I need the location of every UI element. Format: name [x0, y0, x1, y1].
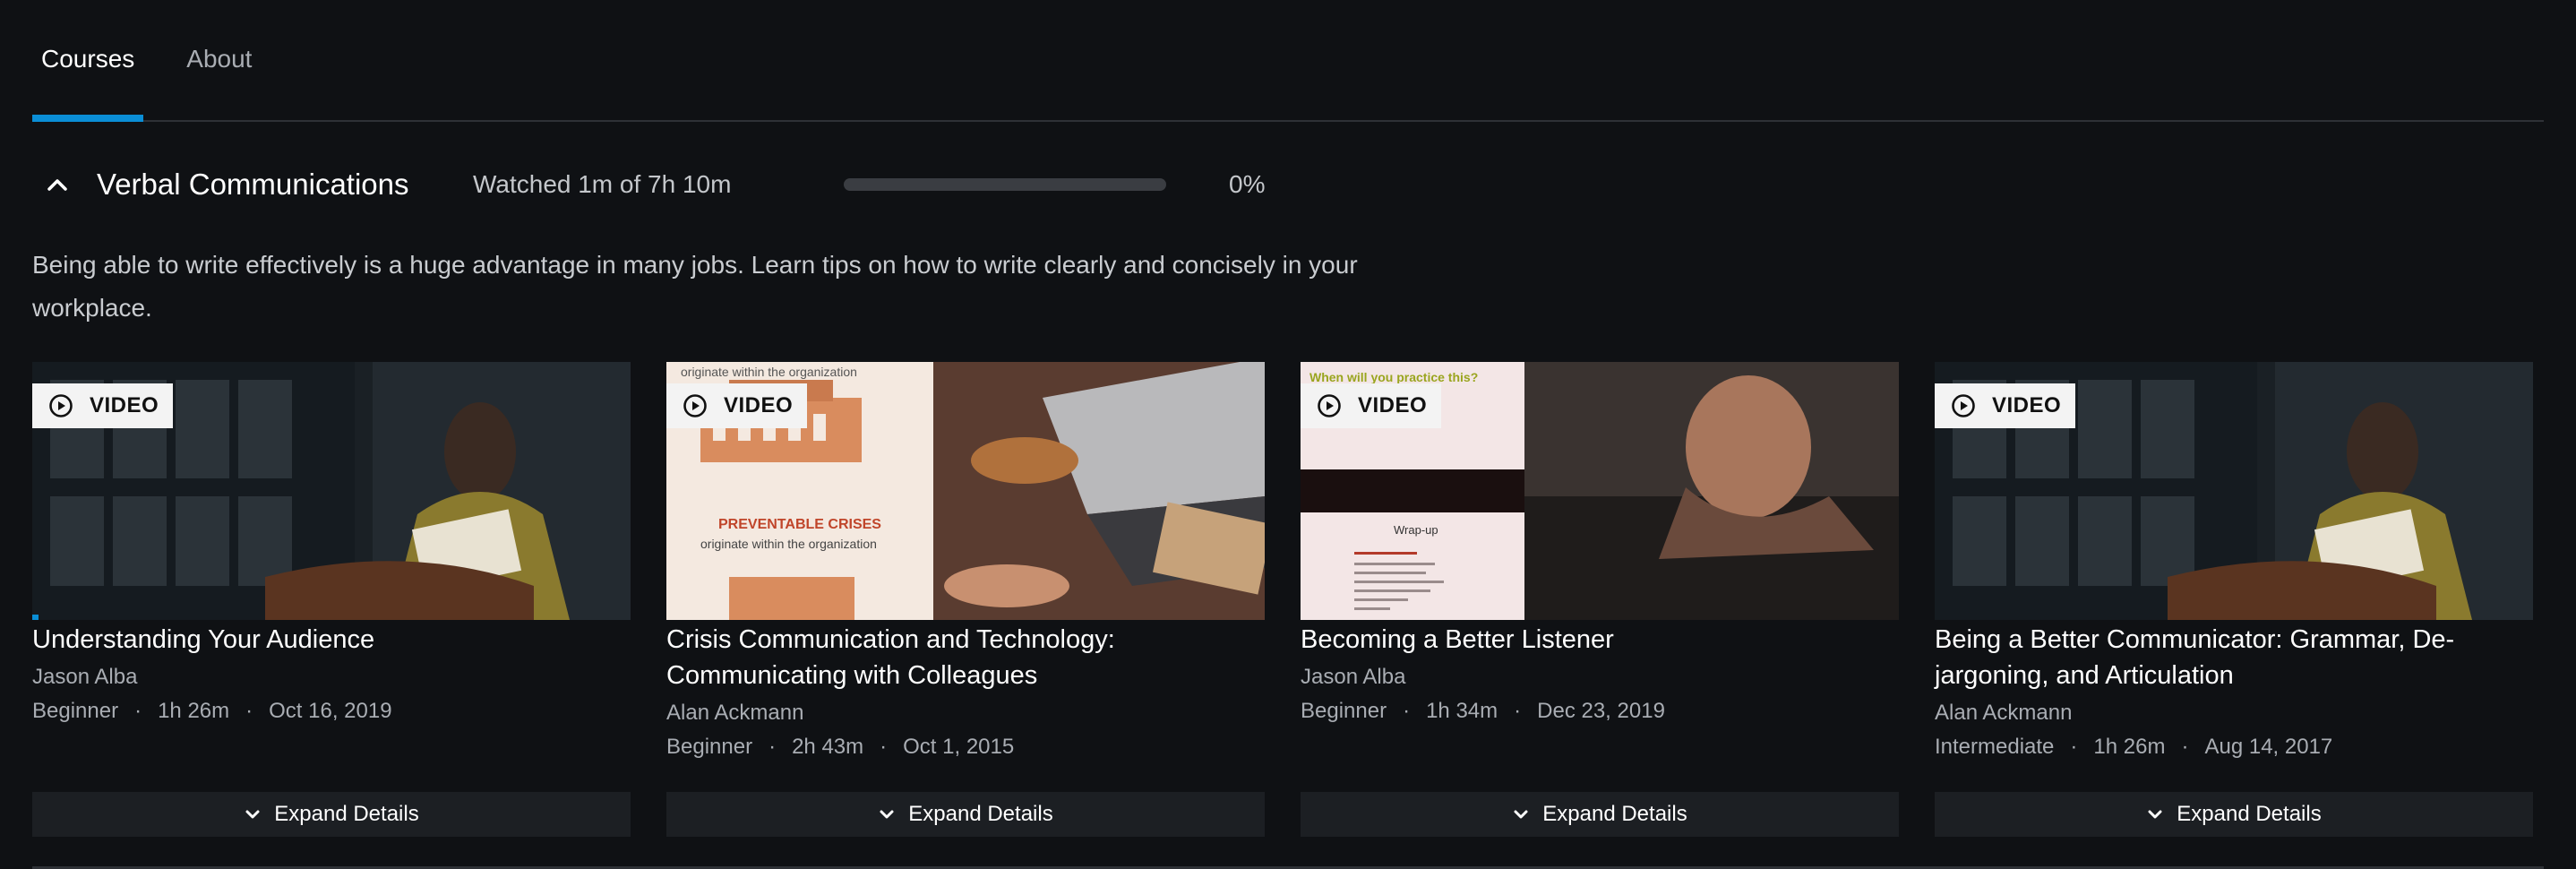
- chevron-down-icon: [2148, 810, 2162, 819]
- expand-details-label: Expand Details: [274, 802, 419, 826]
- video-badge-label: VIDEO: [1992, 393, 2062, 417]
- chevron-down-icon: [1514, 810, 1528, 819]
- slide-top-text: When will you practice this?: [1309, 370, 1478, 384]
- course-card: VIDEO Understanding Your Audience Jason …: [32, 362, 631, 837]
- course-title[interactable]: Becoming a Better Listener: [1301, 622, 1899, 658]
- course-thumbnail[interactable]: VIDEO: [32, 362, 631, 620]
- expand-details-button[interactable]: Expand Details: [666, 792, 1265, 837]
- video-badge-label: VIDEO: [724, 393, 794, 417]
- course-thumbnail[interactable]: originate within the organization PREVEN…: [666, 362, 1265, 620]
- video-badge: VIDEO: [32, 383, 174, 428]
- slide-heading-text: Wrap-up: [1394, 523, 1438, 537]
- expand-details-label: Expand Details: [908, 802, 1053, 826]
- section-header: Verbal Communications Watched 1m of 7h 1…: [32, 122, 2544, 247]
- tab-about[interactable]: About: [177, 0, 261, 120]
- chevron-up-icon: [47, 179, 67, 191]
- card-progress-bar: [32, 615, 39, 620]
- collapse-section-button[interactable]: [38, 165, 77, 204]
- video-badge-label: VIDEO: [90, 393, 159, 417]
- course-page: Courses About Verbal Communications Watc…: [0, 0, 2576, 869]
- course-level: Beginner: [1301, 699, 1387, 723]
- course-title[interactable]: Crisis Communication and Technology: Com…: [666, 622, 1265, 693]
- video-badge: VIDEO: [1935, 383, 2076, 428]
- course-date: Aug 14, 2017: [2204, 735, 2333, 759]
- course-meta: Beginner · 2h 43m · Oct 1, 2015: [666, 735, 1015, 759]
- course-cards: VIDEO Understanding Your Audience Jason …: [32, 362, 2544, 837]
- slide-sub-text: originate within the organization: [700, 537, 877, 551]
- play-circle-icon: [1318, 394, 1341, 417]
- course-thumbnail[interactable]: When will you practice this? Wrap-up VID…: [1301, 362, 1899, 620]
- video-badge: VIDEO: [1301, 383, 1442, 428]
- course-author: Jason Alba: [1301, 665, 1406, 689]
- course-card: originate within the organization PREVEN…: [666, 362, 1265, 837]
- course-author: Jason Alba: [32, 665, 138, 689]
- section-progress-bar: [844, 178, 1166, 191]
- section-progress-percent: 0%: [1229, 170, 1266, 198]
- course-level: Intermediate: [1935, 735, 2055, 759]
- course-date: Dec 23, 2019: [1537, 699, 1665, 723]
- chevron-down-icon: [880, 810, 894, 819]
- slide-heading-text: PREVENTABLE CRISES: [718, 517, 881, 532]
- course-duration: 2h 43m: [792, 735, 864, 759]
- tab-bar: Courses About: [32, 0, 2544, 122]
- course-thumbnail[interactable]: VIDEO: [1935, 362, 2533, 620]
- play-circle-icon: [49, 394, 73, 417]
- expand-details-label: Expand Details: [2177, 802, 2322, 826]
- course-meta: Beginner · 1h 26m · Oct 16, 2019: [32, 699, 392, 723]
- course-level: Beginner: [666, 735, 753, 759]
- course-meta: Intermediate · 1h 26m · Aug 14, 2017: [1935, 735, 2333, 759]
- course-author: Alan Ackmann: [666, 701, 804, 725]
- course-level: Beginner: [32, 699, 119, 723]
- tab-courses[interactable]: Courses: [32, 0, 144, 122]
- course-author: Alan Ackmann: [1935, 701, 2073, 725]
- expand-details-label: Expand Details: [1542, 802, 1687, 826]
- slide-top-text: originate within the organization: [681, 365, 857, 379]
- video-badge-label: VIDEO: [1358, 393, 1428, 417]
- course-title[interactable]: Understanding Your Audience: [32, 622, 631, 658]
- course-title[interactable]: Being a Better Communicator: Grammar, De…: [1935, 622, 2533, 693]
- section-description: Being able to write effectively is a hug…: [32, 251, 1358, 322]
- course-card: VIDEO Being a Better Communicator: Gramm…: [1935, 362, 2533, 837]
- course-date: Oct 16, 2019: [269, 699, 392, 723]
- play-circle-icon: [683, 394, 707, 417]
- section-title: Verbal Communications: [97, 168, 409, 201]
- expand-details-button[interactable]: Expand Details: [1301, 792, 1899, 837]
- expand-details-button[interactable]: Expand Details: [32, 792, 631, 837]
- expand-details-button[interactable]: Expand Details: [1935, 792, 2533, 837]
- play-circle-icon: [1952, 394, 1975, 417]
- video-badge: VIDEO: [666, 383, 808, 428]
- course-date: Oct 1, 2015: [903, 735, 1015, 759]
- course-meta: Beginner · 1h 34m · Dec 23, 2019: [1301, 699, 1665, 723]
- course-duration: 1h 26m: [158, 699, 230, 723]
- course-card: When will you practice this? Wrap-up VID…: [1301, 362, 1899, 837]
- course-duration: 1h 34m: [1426, 699, 1498, 723]
- course-duration: 1h 26m: [2093, 735, 2166, 759]
- chevron-down-icon: [245, 810, 260, 819]
- watched-summary: Watched 1m of 7h 10m: [473, 170, 732, 198]
